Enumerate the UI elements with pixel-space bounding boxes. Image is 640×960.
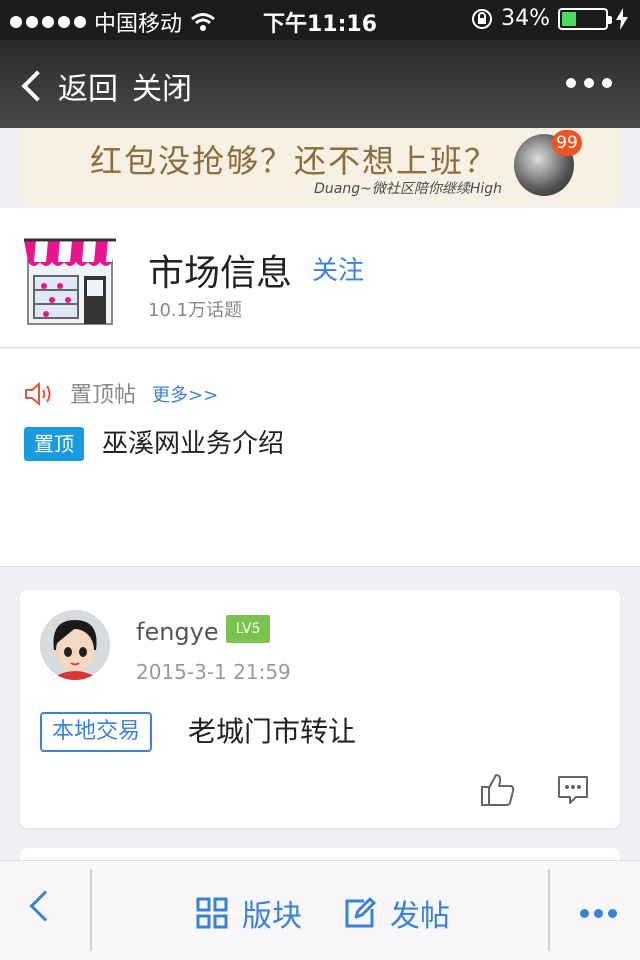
post-title[interactable]: 老城门市转让 xyxy=(188,712,356,752)
chevron-left-icon xyxy=(21,70,53,102)
section-button[interactable]: 版块 xyxy=(196,891,302,935)
pinned-tag: 置顶 xyxy=(24,427,84,461)
post-category-tag[interactable]: 本地交易 xyxy=(40,712,153,752)
thumbs-up-icon[interactable] xyxy=(480,772,516,808)
battery-percent: 34% xyxy=(501,6,550,31)
status-bar: 中国移动 下午11:16 34% xyxy=(0,0,640,40)
nav-bar: 返回 关闭 xyxy=(0,40,640,128)
status-right: 34% xyxy=(471,6,628,31)
back-button[interactable]: 返回 xyxy=(20,64,118,108)
post-card[interactable]: fengye LV5 2015-3-1 21:59 本地交易 老城门市转让 xyxy=(20,590,620,828)
pinned-section: 置顶帖 更多>> 置顶 巫溪网业务介绍 xyxy=(0,349,640,567)
bottom-toolbar: 版块 发帖 xyxy=(0,860,640,960)
back-arrow-icon[interactable] xyxy=(29,890,61,922)
promo-banner[interactable]: 红包没抢够？还不想上班？ Duang~微社区陪你继续High 99 xyxy=(20,128,620,206)
orientation-lock-icon xyxy=(472,8,493,29)
banner-headline: 红包没抢够？还不想上班？ xyxy=(90,142,499,180)
post-label: 发帖 xyxy=(390,899,450,934)
more-options-icon[interactable] xyxy=(566,78,612,88)
banner-badge: 99 xyxy=(552,130,582,156)
forum-title: 市场信息 xyxy=(148,253,293,294)
grid-icon xyxy=(196,897,228,929)
speaker-icon xyxy=(25,381,51,407)
close-button[interactable]: 关闭 xyxy=(132,64,192,108)
pinned-section-label: 置顶帖 xyxy=(70,383,137,408)
comment-icon[interactable] xyxy=(556,774,590,806)
level-badge: LV5 xyxy=(226,615,270,643)
back-label: 返回 xyxy=(58,72,118,107)
storefront-icon xyxy=(24,238,116,325)
compose-icon xyxy=(345,897,376,928)
more-icon[interactable] xyxy=(580,909,617,918)
battery-icon xyxy=(558,7,612,30)
divider xyxy=(548,869,550,951)
user-avatar-image xyxy=(40,610,110,680)
pinned-post-title[interactable]: 巫溪网业务介绍 xyxy=(102,427,284,461)
section-label: 版块 xyxy=(242,899,302,934)
pinned-more-link[interactable]: 更多>> xyxy=(152,381,218,407)
post-username[interactable]: fengye xyxy=(136,618,219,646)
post-time: 2015-3-1 21:59 xyxy=(136,660,291,684)
follow-button[interactable]: 关注 xyxy=(312,250,364,287)
charging-icon xyxy=(616,7,628,30)
divider xyxy=(90,869,92,951)
avatar[interactable] xyxy=(40,610,110,680)
forum-header: 市场信息 关注 10.1万话题 xyxy=(0,208,640,348)
new-post-button[interactable]: 发帖 xyxy=(344,891,450,935)
banner-subline: Duang~微社区陪你继续High xyxy=(314,181,502,197)
topic-count: 10.1万话题 xyxy=(148,300,243,321)
